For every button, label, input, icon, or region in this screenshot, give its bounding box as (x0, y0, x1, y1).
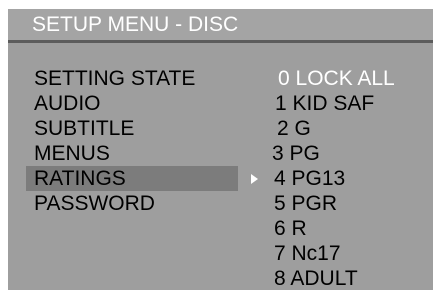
menu-item-ratings[interactable]: RATINGS (26, 166, 238, 191)
rating-option-0[interactable]: 0 LOCK ALL (278, 66, 395, 91)
arrow-right-icon (251, 174, 258, 184)
osd-screen: SETUP MENU - DISC SETTING STATE AUDIO SU… (8, 9, 433, 290)
rating-option-1[interactable]: 1 KID SAF (275, 91, 374, 116)
title-divider (8, 40, 433, 43)
rating-option-3[interactable]: 3 PG (272, 141, 320, 166)
rating-option-8[interactable]: 8 ADULT (274, 266, 358, 291)
menu-item-menus[interactable]: MENUS (26, 141, 238, 166)
rating-option-6[interactable]: 6 R (274, 216, 307, 241)
rating-option-7[interactable]: 7 Nc17 (274, 241, 341, 266)
menu-item-label: SETTING STATE (34, 67, 196, 90)
menu-item-password[interactable]: PASSWORD (26, 191, 238, 216)
menu-item-label: AUDIO (34, 92, 101, 115)
menu-item-label: SUBTITLE (34, 117, 135, 140)
page-title: SETUP MENU - DISC (32, 13, 239, 36)
menu-item-setting-state[interactable]: SETTING STATE (26, 66, 238, 91)
title-bar: SETUP MENU - DISC (8, 9, 433, 40)
menu-item-subtitle[interactable]: SUBTITLE (26, 116, 238, 141)
rating-option-5[interactable]: 5 PGR (274, 191, 337, 216)
menu-item-audio[interactable]: AUDIO (26, 91, 238, 116)
rating-option-4[interactable]: 4 PG13 (274, 166, 345, 191)
rating-option-2[interactable]: 2 G (277, 116, 311, 141)
menu-item-label: MENUS (34, 142, 110, 165)
menu-item-label: PASSWORD (34, 192, 155, 215)
menu-item-label: RATINGS (34, 167, 126, 190)
